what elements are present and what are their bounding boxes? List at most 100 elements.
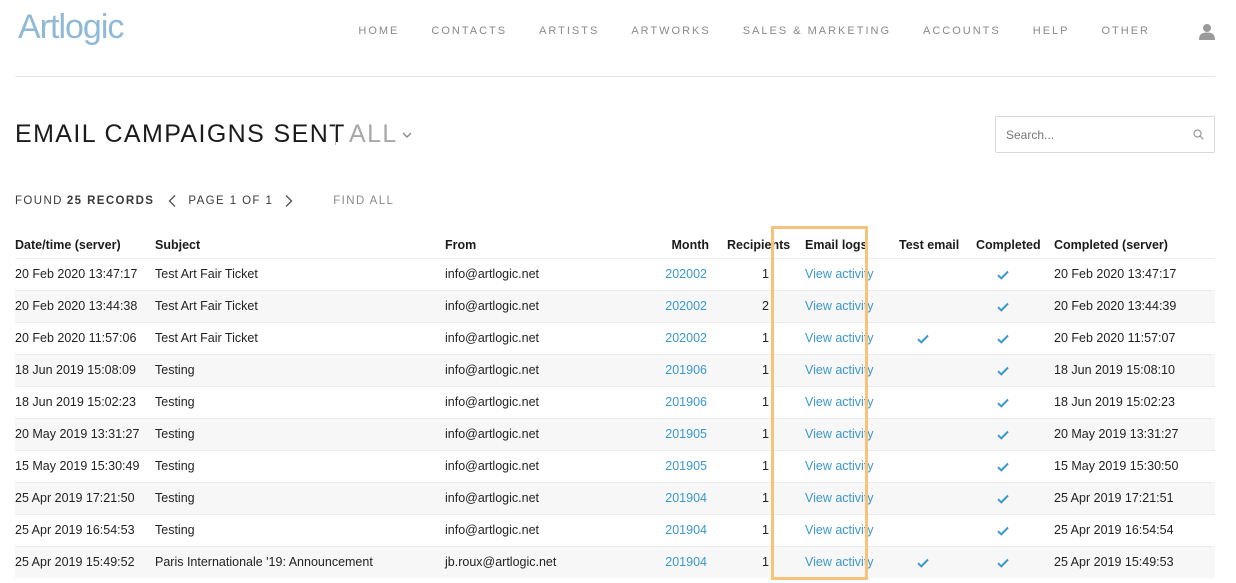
month-link[interactable]: 201905 — [665, 459, 707, 473]
col-from[interactable]: From — [445, 232, 610, 258]
cell-subject[interactable]: Testing — [155, 481, 445, 514]
filter-dropdown[interactable]: ALL — [349, 120, 398, 149]
month-link[interactable]: 202002 — [665, 331, 707, 345]
cell-month: 202002 — [610, 321, 727, 354]
table-row[interactable]: 18 Jun 2019 15:02:23 Testing info@artlogic… — [15, 385, 1215, 418]
month-link[interactable]: 201904 — [665, 555, 707, 569]
col-datetime[interactable]: Date/time (server) — [15, 232, 155, 258]
cell-recipients: 1 — [727, 417, 790, 450]
cell-datetime: 25 Apr 2019 16:54:53 — [15, 513, 155, 546]
table-row[interactable]: 25 Apr 2019 15:49:52 Paris Internationale… — [15, 545, 1215, 578]
cell-from: info@artlogic.net — [445, 417, 610, 450]
table-row[interactable]: 15 May 2019 15:30:49 Testing info@artlogic… — [15, 449, 1215, 482]
user-icon[interactable] — [1199, 23, 1215, 40]
chevron-down-icon[interactable] — [402, 131, 412, 139]
table-row[interactable]: 20 May 2019 13:31:27 Testing info@artlogic… — [15, 417, 1215, 450]
cell-datetime: 15 May 2019 15:30:49 — [15, 449, 155, 482]
view-activity-link[interactable]: View activity — [805, 363, 874, 377]
col-month[interactable]: Month — [610, 232, 727, 258]
view-activity-link[interactable]: View activity — [805, 555, 874, 569]
check-icon — [917, 558, 929, 568]
view-activity-link[interactable]: View activity — [805, 523, 874, 537]
month-link[interactable]: 201904 — [665, 491, 707, 505]
cell-subject[interactable]: Testing — [155, 353, 445, 386]
check-icon — [997, 334, 1009, 344]
cell-from: jb.roux@artlogic.net — [445, 545, 610, 578]
cell-subject[interactable]: Paris Internationale '19: Announcement — [155, 545, 445, 578]
campaigns-table: Date/time (server) Subject From Month Re… — [15, 232, 1215, 578]
check-icon — [917, 334, 929, 344]
month-link[interactable]: 201906 — [665, 363, 707, 377]
cell-test-email — [890, 321, 970, 354]
cell-subject[interactable]: Testing — [155, 385, 445, 418]
cell-from: info@artlogic.net — [445, 513, 610, 546]
view-activity-link[interactable]: View activity — [805, 331, 874, 345]
table-header: Date/time (server) Subject From Month Re… — [15, 232, 1215, 258]
page-label: PAGE 1 OF 1 — [188, 195, 274, 207]
cell-completed — [970, 257, 1047, 290]
find-all-link[interactable]: FIND ALL — [333, 195, 394, 207]
cell-email-logs: View activity — [790, 417, 890, 450]
nav-home[interactable]: HOME — [358, 25, 399, 37]
search-icon[interactable] — [1193, 129, 1204, 140]
cell-completed — [970, 289, 1047, 322]
nav-sales-marketing[interactable]: SALES & MARKETING — [743, 25, 891, 37]
view-activity-link[interactable]: View activity — [805, 427, 874, 441]
check-icon — [997, 430, 1009, 440]
cell-month: 201906 — [610, 353, 727, 386]
cell-completed-server: 25 Apr 2019 16:54:54 — [1047, 513, 1215, 546]
month-link[interactable]: 201905 — [665, 427, 707, 441]
table-row[interactable]: 20 Feb 2020 13:44:38 Test Art Fair Ticket… — [15, 289, 1215, 322]
view-activity-link[interactable]: View activity — [805, 299, 874, 313]
col-subject[interactable]: Subject — [155, 232, 445, 258]
view-activity-link[interactable]: View activity — [805, 267, 874, 281]
table-row[interactable]: 20 Feb 2020 13:47:17 Test Art Fair Ticket… — [15, 257, 1215, 290]
col-recipients[interactable]: Recipients — [727, 232, 790, 258]
nav-help[interactable]: HELP — [1033, 25, 1070, 37]
cell-month: 201904 — [610, 513, 727, 546]
check-icon — [997, 302, 1009, 312]
col-email-logs[interactable]: Email logs — [790, 232, 890, 258]
view-activity-link[interactable]: View activity — [805, 491, 874, 505]
col-completed[interactable]: Completed — [970, 232, 1047, 258]
cell-email-logs: View activity — [790, 481, 890, 514]
chevron-right-icon[interactable] — [281, 194, 295, 208]
table-row[interactable]: 18 Jun 2019 15:08:09 Testing info@artlogic… — [15, 353, 1215, 386]
month-link[interactable]: 201904 — [665, 523, 707, 537]
table-row[interactable]: 25 Apr 2019 17:21:50 Testing info@artlogic… — [15, 481, 1215, 514]
col-completed-server[interactable]: Completed (server) — [1047, 232, 1215, 258]
cell-completed — [970, 321, 1047, 354]
search-input[interactable] — [996, 117, 1176, 152]
cell-subject[interactable]: Test Art Fair Ticket — [155, 289, 445, 322]
nav-artworks[interactable]: ARTWORKS — [631, 25, 710, 37]
artlogic-logo[interactable]: Artlogic — [18, 8, 124, 47]
search-box — [995, 116, 1215, 153]
month-link[interactable]: 202002 — [665, 267, 707, 281]
cell-from: info@artlogic.net — [445, 449, 610, 482]
view-activity-link[interactable]: View activity — [805, 459, 874, 473]
month-link[interactable]: 202002 — [665, 299, 707, 313]
table-row[interactable]: 20 Feb 2020 11:57:06 Test Art Fair Ticket… — [15, 321, 1215, 354]
nav-other[interactable]: OTHER — [1102, 25, 1151, 37]
check-icon — [997, 366, 1009, 376]
cell-subject[interactable]: Testing — [155, 417, 445, 450]
view-activity-link[interactable]: View activity — [805, 395, 874, 409]
cell-email-logs: View activity — [790, 449, 890, 482]
cell-subject[interactable]: Testing — [155, 513, 445, 546]
nav-accounts[interactable]: ACCOUNTS — [923, 25, 1001, 37]
nav-contacts[interactable]: CONTACTS — [431, 25, 507, 37]
cell-datetime: 20 May 2019 13:31:27 — [15, 417, 155, 450]
cell-completed — [970, 513, 1047, 546]
cell-test-email — [890, 353, 970, 386]
cell-subject[interactable]: Test Art Fair Ticket — [155, 257, 445, 290]
cell-recipients: 1 — [727, 257, 790, 290]
main-nav: HOME CONTACTS ARTISTS ARTWORKS SALES & M… — [326, 25, 1150, 37]
chevron-left-icon[interactable] — [166, 194, 180, 208]
cell-subject[interactable]: Testing — [155, 449, 445, 482]
month-link[interactable]: 201906 — [665, 395, 707, 409]
cell-completed-server: 20 May 2019 13:31:27 — [1047, 417, 1215, 450]
table-row[interactable]: 25 Apr 2019 16:54:53 Testing info@artlogic… — [15, 513, 1215, 546]
nav-artists[interactable]: ARTISTS — [539, 25, 599, 37]
col-test-email[interactable]: Test email — [890, 232, 970, 258]
cell-subject[interactable]: Test Art Fair Ticket — [155, 321, 445, 354]
